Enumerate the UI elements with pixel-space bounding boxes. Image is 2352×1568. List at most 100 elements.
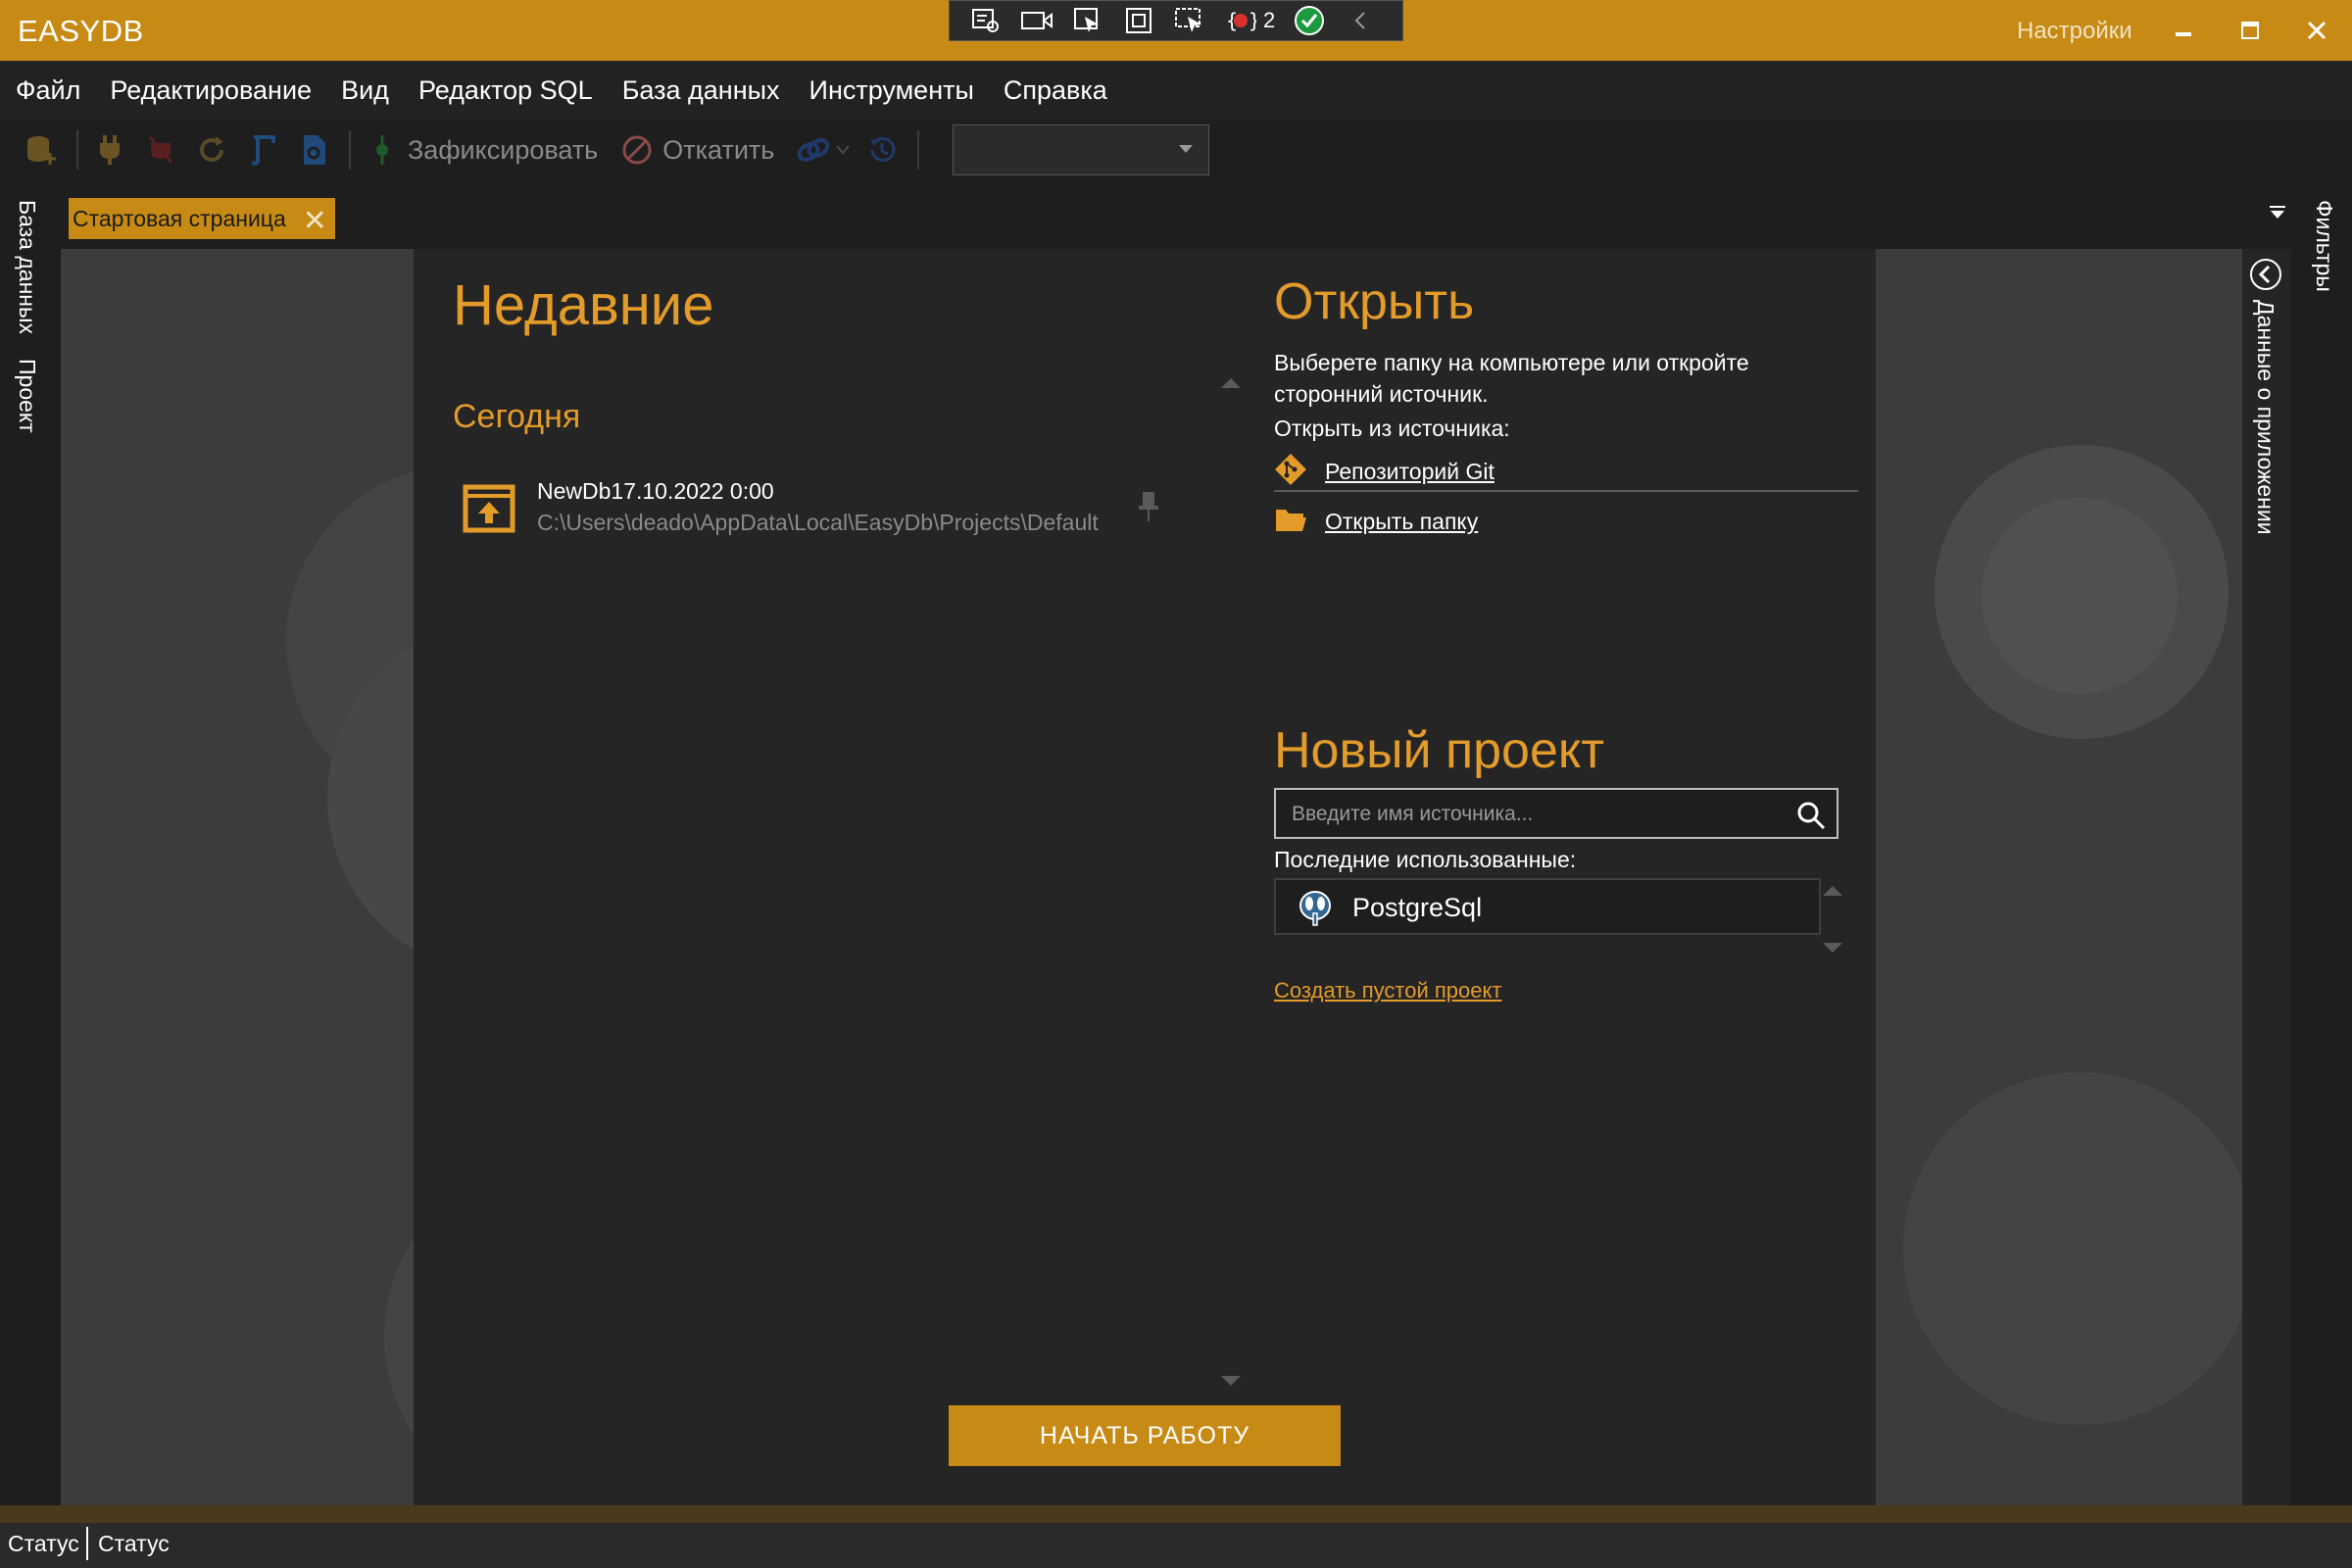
display-hover-icon[interactable] — [1173, 7, 1206, 34]
close-tab-icon[interactable]: ✕ — [303, 204, 327, 238]
recent-today-header: Сегодня — [453, 398, 581, 435]
sources-scroll-up-icon[interactable] — [1823, 886, 1842, 896]
postgresql-icon — [1296, 888, 1335, 932]
binding-failures-icon[interactable]: {} — [1224, 7, 1257, 34]
menu-bar: Файл Редактирование Вид Редактор SQL Баз… — [0, 61, 2352, 120]
app-title: EASYDB — [18, 14, 144, 48]
tab-overflow-icon[interactable] — [2268, 204, 2287, 226]
collapse-toolbar-icon[interactable] — [1344, 7, 1377, 34]
sources-scroll-down-icon[interactable] — [1823, 943, 1842, 953]
tab-database-explorer[interactable]: База данных — [14, 200, 40, 334]
recent-project-path: C:\Users\deado\AppData\Local\EasyDb\Proj… — [537, 510, 1099, 535]
rollback-icon — [619, 132, 655, 168]
source-search-input[interactable]: Введите имя источника... — [1274, 788, 1838, 839]
disconnect-plug-icon[interactable] — [143, 132, 178, 168]
tab-start-page-label: Стартовая страница — [73, 205, 286, 231]
rollback-button[interactable]: Откатить — [662, 135, 774, 166]
connection-combo[interactable] — [953, 124, 1210, 175]
recent-project-name: NewDb17.10.2022 0:00 — [537, 478, 774, 504]
main-toolbar: Зафиксировать Откатить — [0, 120, 2352, 180]
menu-sql-editor[interactable]: Редактор SQL — [418, 75, 593, 106]
refresh-icon[interactable] — [194, 132, 229, 168]
decor-circle — [384, 1160, 414, 1505]
chevron-down-icon[interactable] — [835, 132, 851, 168]
source-item-name: PostgreSql — [1352, 893, 1483, 922]
open-folder-row[interactable]: Открыть папку — [1274, 506, 1478, 538]
content-right-decor — [1876, 249, 2242, 1505]
tab-project[interactable]: Проект — [14, 359, 40, 433]
decor-circle — [1903, 1072, 2242, 1425]
content-left-decor — [61, 249, 414, 1505]
transaction-mode-icon[interactable] — [796, 132, 831, 168]
start-page-panel — [414, 249, 1876, 1505]
collapse-panel-icon[interactable] — [2248, 257, 2283, 297]
connect-plug-icon[interactable] — [92, 132, 127, 168]
minimize-icon — [2176, 32, 2191, 36]
status-separator — [86, 1527, 88, 1560]
history-icon[interactable] — [864, 132, 900, 168]
layout-adorner-icon[interactable] — [1122, 7, 1155, 34]
project-open-icon — [463, 484, 515, 533]
visual-tree-icon[interactable] — [969, 7, 1003, 34]
status-bar — [0, 1523, 2352, 1568]
toolbar-separator — [76, 130, 78, 170]
document-tabstrip: Стартовая страница ✕ — [41, 186, 2291, 245]
open-from-source-label: Открыть из источника: — [1274, 416, 1510, 441]
svg-text:}: } — [1249, 9, 1256, 32]
select-element-icon[interactable] — [1071, 7, 1104, 34]
commit-icon — [365, 132, 400, 168]
close-button[interactable] — [2291, 8, 2342, 53]
git-icon — [1274, 453, 1307, 491]
scroll-up-icon[interactable] — [1221, 378, 1241, 388]
debug-toolbar: {} 2 — [949, 0, 1403, 41]
commit-button[interactable]: Зафиксировать — [408, 135, 598, 166]
video-camera-icon[interactable] — [1020, 7, 1054, 34]
tab-filters[interactable]: Фильтры — [2311, 200, 2337, 292]
left-dock-panel: База данных Проект — [0, 180, 41, 1523]
maximize-button[interactable] — [2225, 8, 2276, 53]
app-window: EASYDB {} 2 — [0, 0, 2352, 1568]
start-work-button[interactable]: НАЧАТЬ РАБОТУ — [949, 1405, 1341, 1466]
title-bar: EASYDB {} 2 — [0, 0, 2352, 61]
menu-file[interactable]: Файл — [16, 75, 80, 106]
menu-edit[interactable]: Редактирование — [110, 75, 312, 106]
settings-link[interactable]: Настройки — [2017, 18, 2132, 45]
decor-circle — [1982, 498, 2178, 694]
scroll-down-icon[interactable] — [1221, 1376, 1241, 1386]
toolbar-separator — [917, 130, 920, 170]
tab-app-data[interactable]: Данные о приложении — [2252, 300, 2278, 535]
status-bar-top — [0, 1505, 2352, 1523]
open-folder-link[interactable]: Открыть папку — [1325, 509, 1478, 535]
new-project-title: Новый проект — [1274, 722, 1605, 779]
sql-script-icon[interactable] — [245, 132, 280, 168]
add-database-icon[interactable] — [24, 132, 59, 168]
open-description: Выберете папку на компьютере или откройт… — [1274, 350, 1749, 407]
right-dock-panel: Фильтры — [2291, 180, 2352, 1523]
folder-icon — [1274, 506, 1307, 538]
hot-reload-ok-icon[interactable] — [1293, 6, 1326, 35]
maximize-icon — [2241, 22, 2259, 39]
menu-view[interactable]: Вид — [341, 75, 389, 106]
toolbar-separator — [349, 130, 351, 170]
status-right: Статус — [98, 1531, 170, 1556]
recent-used-label: Последние использованные: — [1274, 847, 1577, 872]
menu-tools[interactable]: Инструменты — [809, 75, 974, 106]
menu-help[interactable]: Справка — [1004, 75, 1107, 106]
source-search-placeholder: Введите имя источника... — [1292, 803, 1534, 825]
tab-start-page[interactable]: Стартовая страница ✕ — [69, 198, 335, 239]
source-item-postgresql[interactable]: PostgreSql — [1274, 878, 1821, 935]
minimize-button[interactable] — [2158, 8, 2209, 53]
open-title: Открыть — [1274, 273, 1475, 330]
recent-title: Недавние — [453, 273, 714, 337]
close-icon — [2307, 21, 2327, 40]
create-empty-project-link[interactable]: Создать пустой проект — [1274, 978, 1501, 1004]
binding-failures-count: 2 — [1263, 8, 1276, 32]
pin-icon[interactable] — [1137, 490, 1160, 528]
git-repository-row[interactable]: Репозиторий Git — [1274, 453, 1494, 491]
menu-database[interactable]: База данных — [622, 75, 780, 106]
open-divider — [1274, 490, 1858, 492]
status-left: Статус — [8, 1531, 79, 1556]
search-icon[interactable] — [1795, 800, 1827, 836]
new-query-icon[interactable] — [296, 132, 331, 168]
git-repository-link[interactable]: Репозиторий Git — [1325, 459, 1494, 485]
